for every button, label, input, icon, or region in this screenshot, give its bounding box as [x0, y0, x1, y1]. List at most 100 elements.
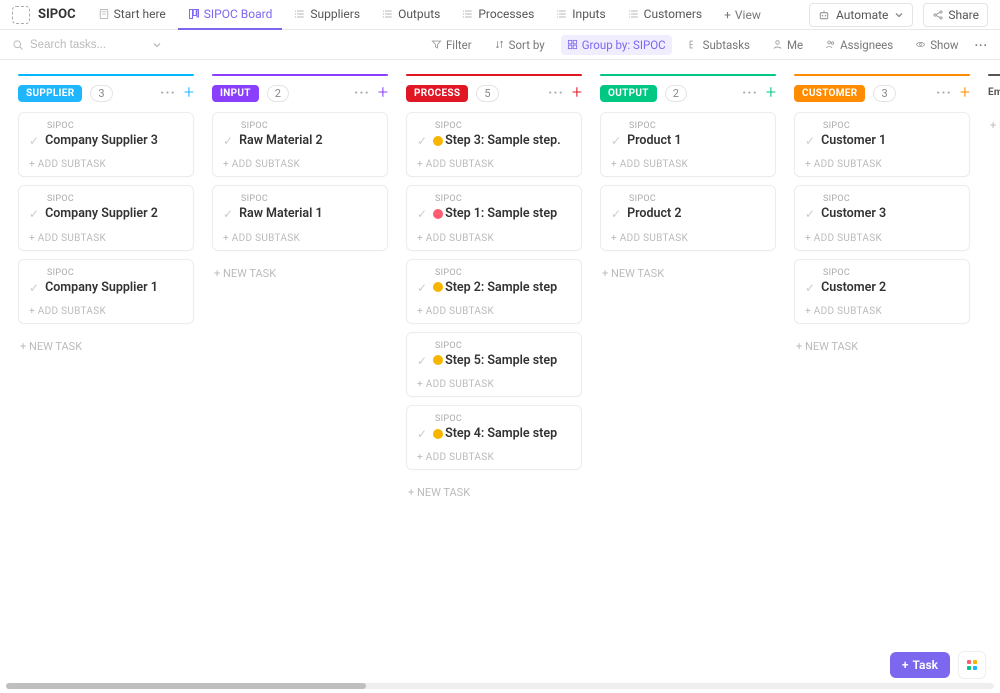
task-card[interactable]: SIPOC✓Raw Material 1+ ADD SUBTASK: [212, 185, 388, 250]
add-subtask-button[interactable]: + ADD SUBTASK: [417, 379, 571, 390]
new-task-button[interactable]: + NE: [988, 115, 1000, 136]
add-subtask-button[interactable]: + ADD SUBTASK: [223, 159, 377, 170]
assignees-button[interactable]: Assignees: [819, 35, 899, 55]
tab-suppliers[interactable]: Suppliers: [284, 0, 370, 30]
check-icon[interactable]: ✓: [417, 281, 427, 295]
horizontal-scrollbar[interactable]: [6, 683, 994, 689]
add-subtask-button[interactable]: + ADD SUBTASK: [805, 306, 959, 317]
task-card[interactable]: SIPOC✓Customer 3+ ADD SUBTASK: [794, 185, 970, 250]
add-subtask-button[interactable]: + ADD SUBTASK: [29, 159, 183, 170]
task-card[interactable]: SIPOC✓Customer 2+ ADD SUBTASK: [794, 259, 970, 324]
filter-bar: Filter Sort by Group by: SIPOC Subtasks …: [0, 30, 1000, 60]
column-label[interactable]: PROCESS: [406, 85, 468, 102]
check-icon[interactable]: ✓: [611, 207, 621, 221]
task-card[interactable]: SIPOC✓Company Supplier 3+ ADD SUBTASK: [18, 112, 194, 177]
tab-outputs[interactable]: Outputs: [372, 0, 450, 30]
apps-button[interactable]: [958, 651, 986, 679]
tab-sipoc-board[interactable]: SIPOC Board: [178, 0, 283, 30]
show-button[interactable]: Show: [909, 35, 964, 55]
group-button[interactable]: Group by: SIPOC: [561, 35, 672, 55]
add-subtask-button[interactable]: + ADD SUBTASK: [223, 233, 377, 244]
new-task-button[interactable]: + Task: [890, 652, 950, 678]
column-label[interactable]: Empt: [988, 84, 1000, 101]
new-task-button[interactable]: + NEW TASK: [406, 482, 582, 503]
card-list-tag: SIPOC: [629, 194, 765, 204]
column-label[interactable]: INPUT: [212, 85, 259, 102]
add-subtask-button[interactable]: + ADD SUBTASK: [29, 233, 183, 244]
search-input[interactable]: [30, 39, 130, 51]
task-card[interactable]: SIPOC✓Step 4: Sample step+ ADD SUBTASK: [406, 405, 582, 470]
card-list-tag: SIPOC: [823, 194, 959, 204]
tab-processes[interactable]: Processes: [452, 0, 544, 30]
task-card[interactable]: SIPOC✓Product 2+ ADD SUBTASK: [600, 185, 776, 250]
filter-button[interactable]: Filter: [425, 35, 478, 55]
board[interactable]: SUPPLIER3···+SIPOC✓Company Supplier 3+ A…: [0, 60, 1000, 683]
task-card[interactable]: SIPOC✓Product 1+ ADD SUBTASK: [600, 112, 776, 177]
tab-inputs[interactable]: Inputs: [546, 0, 615, 30]
check-icon[interactable]: ✓: [29, 281, 39, 295]
column-menu-button[interactable]: ···: [160, 85, 176, 101]
search-box[interactable]: [12, 39, 162, 51]
new-task-button[interactable]: + NEW TASK: [212, 263, 388, 284]
check-icon[interactable]: ✓: [223, 134, 233, 148]
column-menu-button[interactable]: ···: [742, 85, 758, 101]
scrollbar-thumb[interactable]: [6, 683, 366, 689]
check-icon[interactable]: ✓: [417, 354, 427, 368]
task-card[interactable]: SIPOC✓Step 3: Sample step.+ ADD SUBTASK: [406, 112, 582, 177]
add-subtask-button[interactable]: + ADD SUBTASK: [417, 233, 571, 244]
add-subtask-button[interactable]: + ADD SUBTASK: [611, 159, 765, 170]
column-accent: [18, 74, 194, 76]
new-task-button[interactable]: + NEW TASK: [600, 263, 776, 284]
add-subtask-button[interactable]: + ADD SUBTASK: [805, 233, 959, 244]
column-menu-button[interactable]: ···: [936, 85, 952, 101]
task-card[interactable]: SIPOC✓Customer 1+ ADD SUBTASK: [794, 112, 970, 177]
share-button[interactable]: Share: [923, 3, 988, 27]
add-subtask-button[interactable]: + ADD SUBTASK: [417, 452, 571, 463]
column-add-button[interactable]: +: [766, 84, 776, 102]
task-card[interactable]: SIPOC✓Step 1: Sample step+ ADD SUBTASK: [406, 185, 582, 250]
subtasks-button[interactable]: Subtasks: [682, 35, 756, 55]
new-task-button[interactable]: + NEW TASK: [794, 336, 970, 357]
add-subtask-button[interactable]: + ADD SUBTASK: [417, 306, 571, 317]
tab-start-here[interactable]: Start here: [88, 0, 176, 30]
task-card[interactable]: SIPOC✓Company Supplier 2+ ADD SUBTASK: [18, 185, 194, 250]
check-icon[interactable]: ✓: [611, 134, 621, 148]
check-icon[interactable]: ✓: [417, 134, 427, 148]
column-add-button[interactable]: +: [378, 84, 388, 102]
me-button[interactable]: Me: [766, 35, 809, 55]
check-icon[interactable]: ✓: [417, 427, 427, 441]
column-menu-button[interactable]: ···: [354, 85, 370, 101]
add-subtask-button[interactable]: + ADD SUBTASK: [805, 159, 959, 170]
column-menu-button[interactable]: ···: [548, 85, 564, 101]
card-list-tag: SIPOC: [435, 121, 571, 131]
more-button[interactable]: ···: [975, 38, 988, 52]
check-icon[interactable]: ✓: [805, 281, 815, 295]
column-label[interactable]: SUPPLIER: [18, 85, 82, 102]
add-subtask-button[interactable]: + ADD SUBTASK: [611, 233, 765, 244]
check-icon[interactable]: ✓: [805, 207, 815, 221]
task-card[interactable]: SIPOC✓Raw Material 2+ ADD SUBTASK: [212, 112, 388, 177]
task-card[interactable]: SIPOC✓Step 5: Sample step+ ADD SUBTASK: [406, 332, 582, 397]
check-icon[interactable]: ✓: [223, 207, 233, 221]
column-accent: [406, 74, 582, 76]
add-subtask-button[interactable]: + ADD SUBTASK: [417, 159, 571, 170]
task-card[interactable]: SIPOC✓Step 2: Sample step+ ADD SUBTASK: [406, 259, 582, 324]
check-icon[interactable]: ✓: [417, 207, 427, 221]
column-label[interactable]: OUTPUT: [600, 85, 657, 102]
check-icon[interactable]: ✓: [805, 134, 815, 148]
add-view-button[interactable]: + View: [714, 8, 771, 22]
automate-button[interactable]: Automate: [809, 3, 913, 27]
add-subtask-button[interactable]: + ADD SUBTASK: [29, 306, 183, 317]
column-add-button[interactable]: +: [184, 84, 194, 102]
column-add-button[interactable]: +: [572, 84, 582, 102]
check-icon[interactable]: ✓: [29, 207, 39, 221]
card-title-row: ✓Customer 2: [805, 280, 959, 296]
sort-button[interactable]: Sort by: [488, 35, 551, 55]
task-card[interactable]: SIPOC✓Company Supplier 1+ ADD SUBTASK: [18, 259, 194, 324]
new-task-button[interactable]: + NEW TASK: [18, 336, 194, 357]
column-add-button[interactable]: +: [960, 84, 970, 102]
check-icon[interactable]: ✓: [29, 134, 39, 148]
column-label[interactable]: CUSTOMER: [794, 85, 865, 102]
chevron-down-icon[interactable]: [152, 40, 162, 50]
tab-customers[interactable]: Customers: [618, 0, 712, 30]
